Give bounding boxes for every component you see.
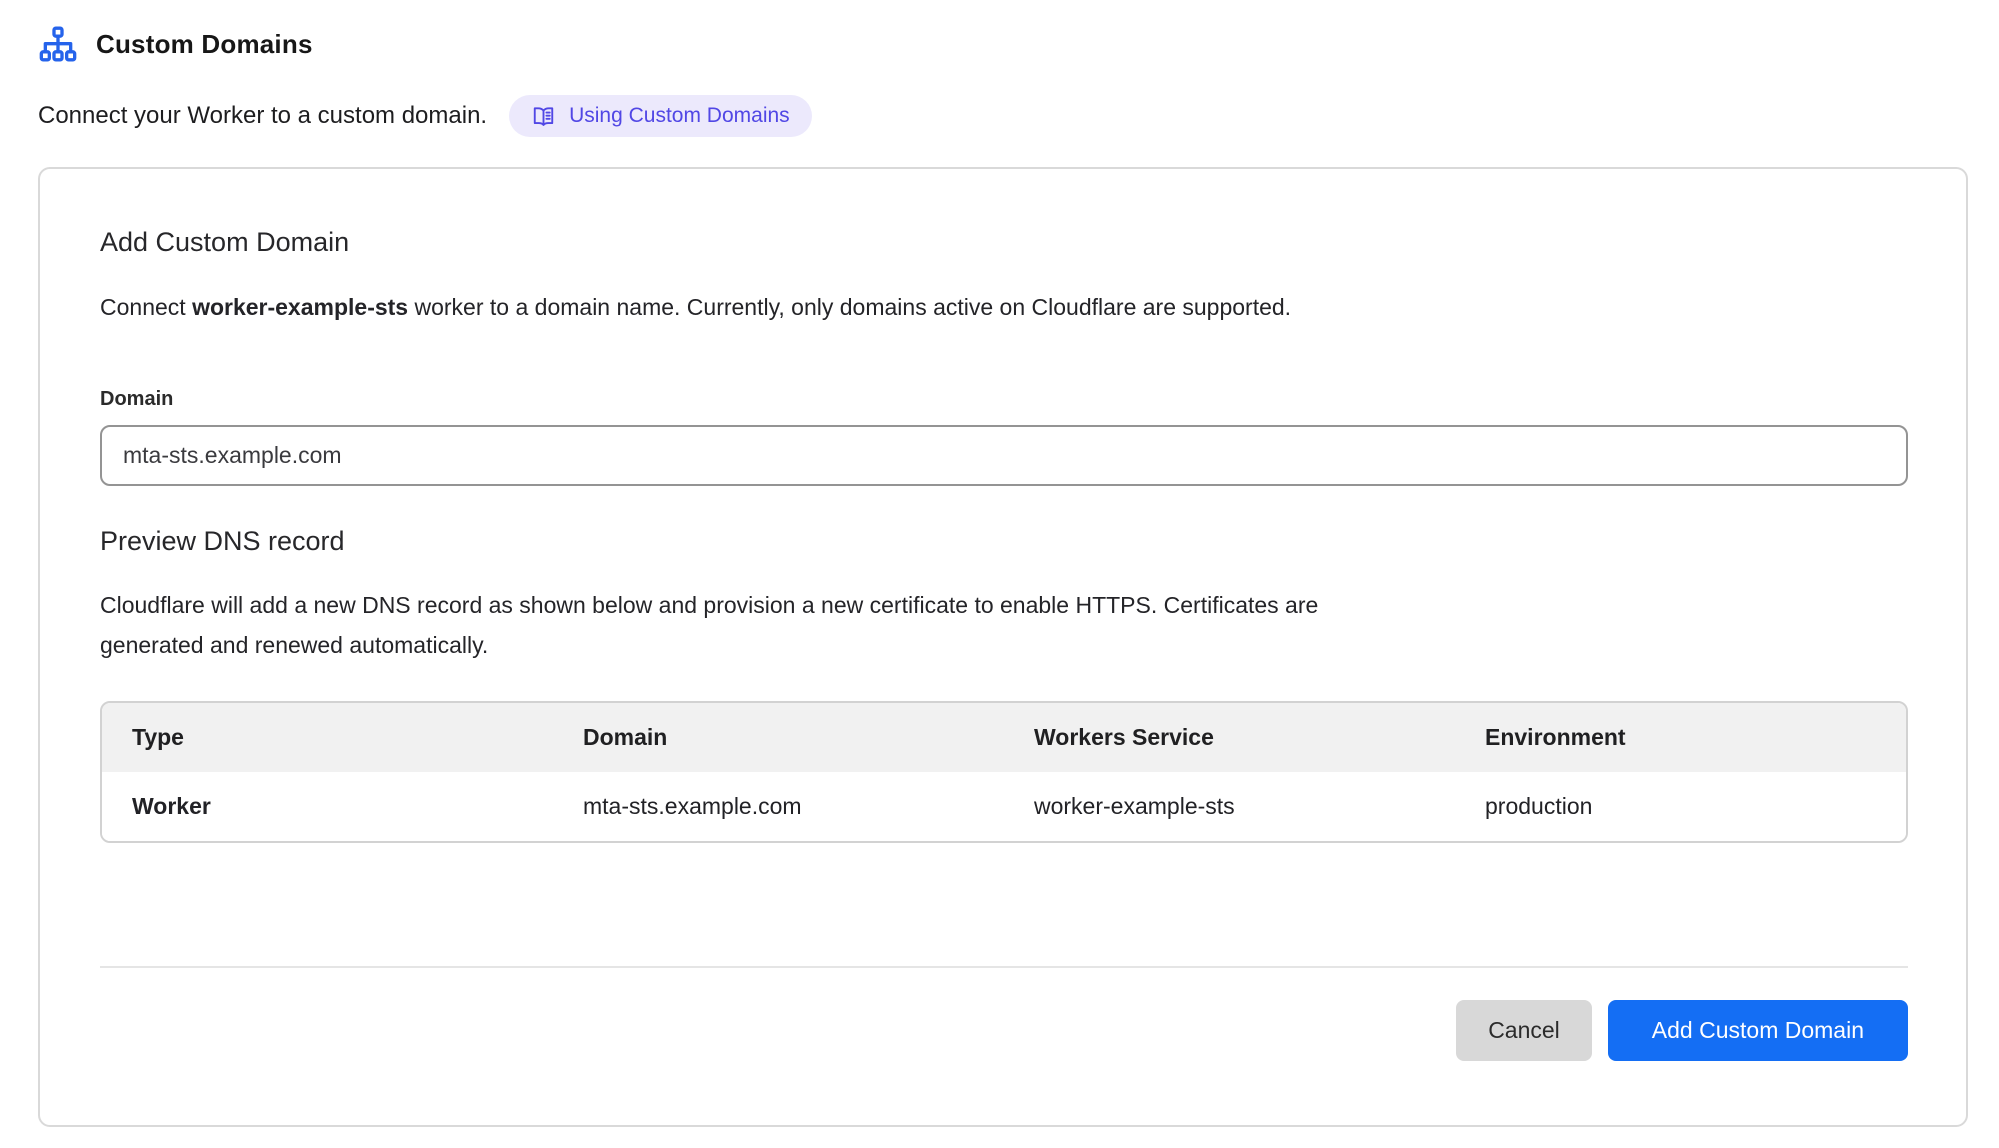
domain-input[interactable]: [100, 425, 1908, 486]
page-subtitle: Connect your Worker to a custom domain.: [38, 102, 487, 130]
custom-domains-page: Custom Domains Connect your Worker to a …: [0, 0, 1999, 1127]
docs-link-badge[interactable]: Using Custom Domains: [509, 95, 812, 137]
add-custom-domain-button[interactable]: Add Custom Domain: [1608, 1000, 1908, 1061]
cancel-button[interactable]: Cancel: [1456, 1000, 1592, 1061]
domain-field-label: Domain: [100, 388, 1908, 411]
table-header-row: Type Domain Workers Service Environment: [102, 703, 1906, 772]
column-header-workers-service: Workers Service: [1004, 703, 1455, 772]
worker-name: worker-example-sts: [192, 294, 408, 320]
card-description: Connect worker-example-sts worker to a d…: [100, 290, 1908, 324]
footer-divider: [100, 966, 1908, 968]
preview-dns-description: Cloudflare will add a new DNS record as …: [100, 585, 1908, 665]
description-prefix: Connect: [100, 294, 192, 320]
add-custom-domain-card: Add Custom Domain Connect worker-example…: [38, 167, 1968, 1127]
preview-description-line2: generated and renewed automatically.: [100, 625, 1908, 665]
page-header: Custom Domains: [38, 26, 1968, 63]
column-header-domain: Domain: [553, 703, 1004, 772]
cell-workers-service: worker-example-sts: [1004, 772, 1455, 841]
cell-domain: mta-sts.example.com: [553, 772, 1004, 841]
description-suffix: worker to a domain name. Currently, only…: [408, 294, 1291, 320]
page-title: Custom Domains: [96, 29, 313, 60]
cell-type: Worker: [102, 772, 553, 841]
column-header-environment: Environment: [1455, 703, 1906, 772]
card-actions: Cancel Add Custom Domain: [100, 1000, 1908, 1061]
docs-link-label: Using Custom Domains: [569, 104, 790, 128]
book-open-icon: [531, 104, 556, 129]
sitemap-icon: [38, 26, 78, 63]
table-row: Worker mta-sts.example.com worker-exampl…: [102, 772, 1906, 841]
column-header-type: Type: [102, 703, 553, 772]
preview-description-line1: Cloudflare will add a new DNS record as …: [100, 585, 1908, 625]
page-subtitle-row: Connect your Worker to a custom domain. …: [38, 95, 1968, 137]
cell-environment: production: [1455, 772, 1906, 841]
preview-dns-heading: Preview DNS record: [100, 526, 1908, 557]
dns-preview-table: Type Domain Workers Service Environment …: [100, 701, 1908, 843]
card-heading: Add Custom Domain: [100, 227, 1908, 258]
